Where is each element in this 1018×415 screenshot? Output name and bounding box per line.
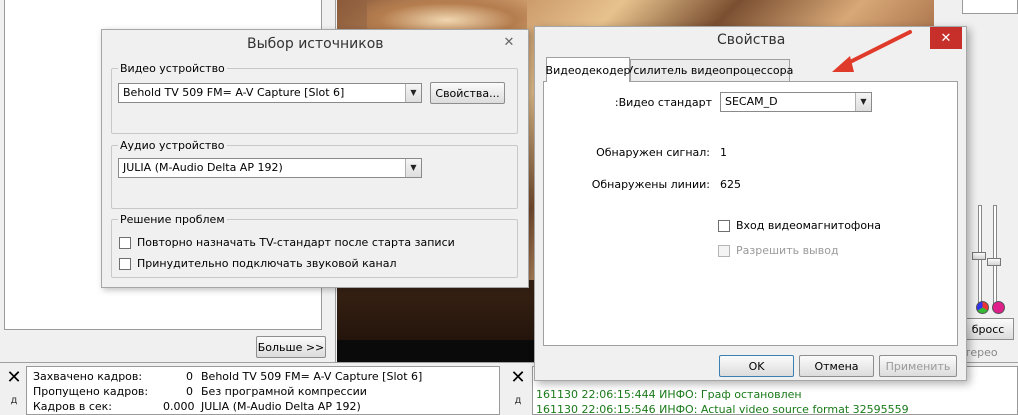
reassign-tv-standard-checkbox[interactable] bbox=[119, 236, 131, 249]
stats-panel: Захвачено кадров: 0 Behold TV 509 FM= A-V … bbox=[26, 366, 500, 415]
vcr-input-option[interactable]: Вход видеомагнитофона bbox=[718, 219, 881, 232]
audio-group-label: Аудио устройство bbox=[120, 139, 225, 152]
video-standard-label: :Видео стандарт bbox=[614, 96, 712, 109]
allow-output-option: Разрешить вывод bbox=[718, 244, 839, 257]
slider-thumb-2[interactable] bbox=[987, 258, 1001, 266]
close-icon[interactable]: ✕ bbox=[930, 27, 962, 49]
signal-detected-value: 1 bbox=[720, 146, 727, 159]
allow-output-checkbox bbox=[718, 244, 730, 257]
slider-track-2[interactable] bbox=[993, 205, 997, 305]
apply-button: Применить bbox=[879, 355, 957, 377]
force-audio-checkbox[interactable] bbox=[119, 257, 131, 270]
chevron-down-icon[interactable]: ▼ bbox=[855, 93, 871, 111]
video-standard-select[interactable]: SECAM_D ▼ bbox=[720, 92, 872, 112]
ok-button[interactable]: OK bbox=[719, 355, 794, 377]
chevron-down-icon[interactable]: ▼ bbox=[405, 159, 421, 177]
close-icon[interactable]: ✕ bbox=[494, 32, 524, 52]
vcr-input-checkbox[interactable] bbox=[718, 219, 730, 232]
lines-detected-value: 625 bbox=[720, 178, 741, 191]
more-button[interactable]: Больше >> bbox=[256, 336, 326, 358]
dialog-title: Выбор источников bbox=[247, 36, 384, 52]
log-close-icon[interactable]: ✕ bbox=[509, 369, 527, 387]
color-wheel-icon[interactable] bbox=[976, 301, 989, 314]
stat-row: Пропущено кадров: 0 Без програмной компрес… bbox=[33, 385, 367, 398]
stats-close-icon[interactable]: ✕ bbox=[5, 369, 23, 387]
reset-button[interactable]: бросс bbox=[962, 318, 1014, 340]
properties-dialog: Свойства ✕ Видеодекодер Усилитель видеоп… bbox=[534, 26, 967, 381]
audio-device-select[interactable]: JULIA (M-Audio Delta AP 192) ▼ bbox=[118, 158, 422, 178]
log-pin-icon[interactable]: д bbox=[511, 395, 525, 409]
dialog-titlebar[interactable]: Выбор источников ✕ bbox=[102, 30, 528, 57]
right-top-button[interactable] bbox=[962, 0, 1018, 14]
troubleshoot-group-label: Решение проблем bbox=[120, 213, 225, 226]
video-group-label: Видео устройство bbox=[120, 62, 225, 75]
properties-button[interactable]: Свойства... bbox=[430, 82, 505, 104]
stat-row: Захвачено кадров: 0 Behold TV 509 FM= A-V … bbox=[33, 370, 423, 383]
slider-thumb-1[interactable] bbox=[972, 252, 986, 260]
force-audio-option[interactable]: Принудительно подключать звуковой канал bbox=[119, 257, 396, 270]
stereo-label: тeрео bbox=[964, 346, 998, 359]
tab-video-proc-amp[interactable]: Усилитель видеопроцессора bbox=[627, 59, 793, 81]
tab-video-decoder[interactable]: Видеодекодер bbox=[546, 57, 630, 82]
log-line: 161130 22:06:15:444 ИНФО: Граф остановле… bbox=[536, 388, 802, 401]
stat-row: Кадров в сек: 0.000 JULIA (M-Audio Delta A… bbox=[33, 400, 361, 413]
video-device-select[interactable]: Behold TV 509 FM= A-V Capture [Slot 6] ▼ bbox=[118, 83, 422, 103]
reassign-tv-standard-option[interactable]: Повторно назначать TV-стандарт после ста… bbox=[119, 236, 455, 249]
dialog-titlebar[interactable]: Свойства ✕ bbox=[535, 27, 966, 54]
source-selection-dialog: Выбор источников ✕ Видео устройство Beho… bbox=[101, 29, 529, 288]
dialog-title: Свойства bbox=[717, 32, 786, 48]
stats-pin-icon[interactable]: д bbox=[7, 395, 21, 409]
video-decoder-page: :Видео стандарт SECAM_D ▼ Обнаружен сигн… bbox=[543, 81, 958, 346]
cancel-button[interactable]: Отмена bbox=[799, 355, 874, 377]
log-line: 161130 22:06:15:546 ИНФО: Actual video s… bbox=[536, 403, 909, 415]
signal-detected-label: Обнаружен сигнал: bbox=[596, 146, 710, 159]
magenta-dot-icon[interactable] bbox=[992, 301, 1005, 314]
lines-detected-label: Обнаружены линии: bbox=[591, 178, 710, 191]
chevron-down-icon[interactable]: ▼ bbox=[405, 84, 421, 102]
